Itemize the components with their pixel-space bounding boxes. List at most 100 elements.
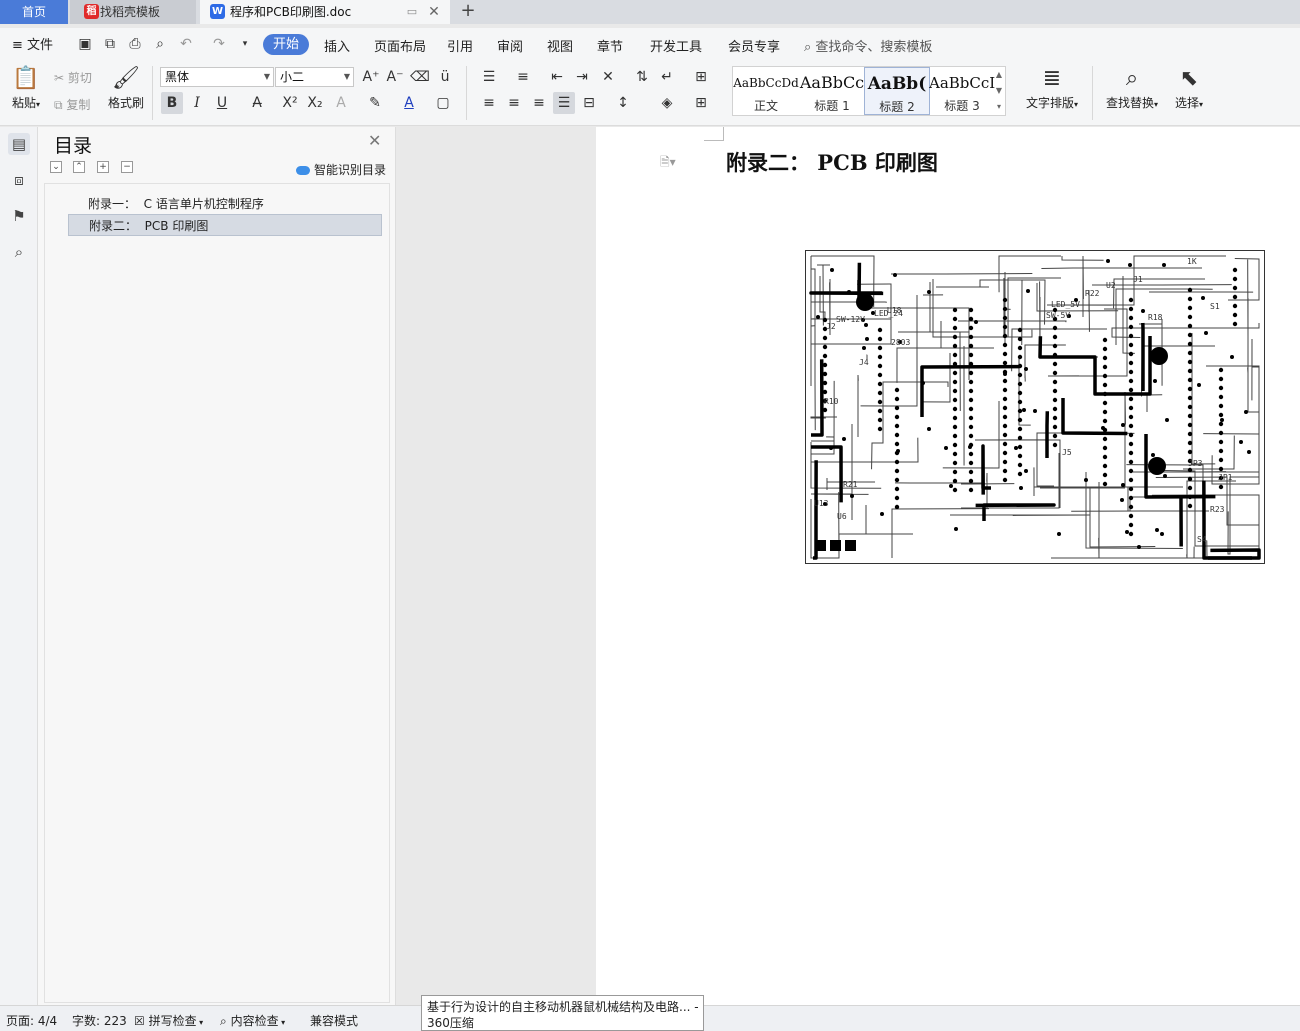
highlight-icon[interactable]: ✎: [364, 92, 386, 114]
toc-item-appendix-2[interactable]: 附录二： PCB 印刷图: [68, 214, 382, 236]
pcb-via: [968, 445, 972, 449]
style-label: 正文: [753, 99, 778, 113]
bookmark-icon[interactable]: ⚑: [8, 205, 30, 227]
find-replace-button[interactable]: ⌕ 查找替换▾: [1102, 64, 1162, 111]
pcb-pad: [877, 372, 883, 378]
pcb-pad: [1232, 321, 1238, 327]
shrink-font-icon[interactable]: A⁻: [384, 66, 406, 88]
undo-icon[interactable]: ↶: [177, 35, 195, 53]
toc-item-appendix-1[interactable]: 附录一： C 语言单片机控制程序: [68, 193, 382, 215]
paste-button[interactable]: 📋 粘贴▾: [8, 64, 44, 111]
font-color-icon[interactable]: A: [398, 92, 420, 114]
pcb-label: S4: [1197, 535, 1207, 544]
style-heading-3[interactable]: AaBbCcI 标题 3: [929, 67, 995, 115]
expand-all-icon[interactable]: ⌃: [73, 161, 85, 173]
command-search-label: 查找命令、搜索模板: [815, 40, 933, 55]
font-size-select[interactable]: 小二 ▼: [275, 67, 354, 87]
print-icon[interactable]: ⎙: [126, 35, 144, 53]
clear-format-icon[interactable]: ⌫: [409, 66, 431, 88]
borders-icon[interactable]: ⊞: [690, 92, 712, 114]
sort-icon[interactable]: ⇅: [631, 66, 653, 88]
shading-icon[interactable]: ◈: [656, 92, 678, 114]
menu-page-layout[interactable]: 页面布局: [374, 36, 426, 55]
grow-font-icon[interactable]: A⁺: [360, 66, 382, 88]
text-layout-button[interactable]: ≣ 文字排版▾: [1022, 64, 1082, 111]
export-icon[interactable]: ⧉: [101, 35, 119, 53]
menu-insert[interactable]: 插入: [324, 36, 350, 55]
command-search[interactable]: ⌕ 查找命令、搜索模板: [804, 36, 932, 55]
collapse-all-icon[interactable]: ⌄: [50, 161, 62, 173]
close-icon[interactable]: ✕: [368, 131, 381, 150]
copy-button[interactable]: ⧉ 复制: [54, 96, 90, 113]
chapter-nav-icon[interactable]: ⧈: [8, 169, 30, 191]
save-icon[interactable]: ▣: [76, 35, 94, 53]
toc-panel-icon[interactable]: ▤: [8, 133, 30, 155]
file-menu[interactable]: ≡ 文件: [12, 34, 53, 53]
chinese-layout-icon[interactable]: ✕: [597, 66, 619, 88]
spell-check-button[interactable]: ☒ 拼写检查 ▾: [134, 1012, 203, 1029]
monitor-icon[interactable]: ▭: [404, 0, 420, 24]
superscript-icon[interactable]: X²: [279, 92, 301, 114]
gallery-scroll[interactable]: ▲ ▼ ▾: [993, 67, 1005, 115]
menu-member[interactable]: 会员专享: [728, 36, 780, 55]
align-right-icon[interactable]: ≡: [528, 92, 550, 114]
find-replace-label: 查找替换: [1105, 96, 1154, 110]
pcb-pad: [1218, 412, 1224, 418]
word-count[interactable]: 字数: 223: [72, 1012, 127, 1029]
align-left-icon[interactable]: ≡: [478, 92, 500, 114]
toc-item-text: PCB 印刷图: [144, 219, 209, 233]
show-marks-icon[interactable]: ↵: [656, 66, 678, 88]
search-icon[interactable]: ⌕: [8, 241, 30, 263]
format-painter-button[interactable]: 🖌 格式刷: [106, 64, 146, 111]
font-name-select[interactable]: 黑体 ▼: [160, 67, 274, 87]
document-page[interactable]: 🗎▾ 附录二： PCB 印刷图 J5 J4 U2 U6 S1 SW-5V SW-12V LED…: [596, 127, 1300, 1005]
remove-heading-icon[interactable]: −: [121, 161, 133, 173]
print-preview-icon[interactable]: ⌕: [151, 35, 169, 53]
select-button[interactable]: ⬉ 选择▾: [1170, 64, 1208, 111]
line-spacing-icon[interactable]: ↕: [612, 92, 634, 114]
ruler-icon[interactable]: ⊞: [690, 66, 712, 88]
numbered-list-icon[interactable]: ≡: [512, 66, 534, 88]
style-heading-2[interactable]: AaBb( 标题 2: [864, 67, 930, 115]
close-tab-icon[interactable]: ✕: [426, 0, 442, 24]
subscript-icon[interactable]: X₂: [304, 92, 326, 114]
decrease-indent-icon[interactable]: ⇤: [546, 66, 568, 88]
add-heading-icon[interactable]: +: [97, 161, 109, 173]
customize-toolbar-icon[interactable]: ▾: [236, 35, 254, 53]
toc-list: 附录一： C 语言单片机控制程序 附录二： PCB 印刷图: [44, 183, 390, 1003]
paragraph-handle-icon[interactable]: 🗎▾: [660, 153, 676, 174]
pcb-via: [1026, 289, 1030, 293]
menu-section[interactable]: 章节: [597, 36, 623, 55]
style-normal[interactable]: AaBbCcDd 正文: [733, 67, 799, 115]
smart-toc-button[interactable]: 智能识别目录: [296, 161, 386, 178]
bullet-list-icon[interactable]: ☰: [478, 66, 500, 88]
pcb-label: R23: [1210, 505, 1225, 514]
pcb-pad: [1128, 513, 1134, 519]
cut-button[interactable]: ✂ 剪切: [54, 69, 92, 86]
pcb-via: [1204, 331, 1208, 335]
pcb-pad: [1232, 303, 1238, 309]
pcb-label: S1: [1210, 302, 1220, 311]
redo-icon[interactable]: ↷: [210, 35, 228, 53]
distribute-icon[interactable]: ⊟: [578, 92, 600, 114]
justify-icon[interactable]: ☰: [553, 92, 575, 114]
align-center-icon[interactable]: ≡: [503, 92, 525, 114]
text-effect-icon[interactable]: A: [330, 92, 352, 114]
increase-indent-icon[interactable]: ⇥: [571, 66, 593, 88]
bold-icon[interactable]: B: [161, 92, 183, 114]
underline-icon[interactable]: U: [211, 92, 233, 114]
italic-icon[interactable]: I: [186, 92, 208, 114]
strikethrough-icon[interactable]: A̶: [246, 92, 268, 114]
char-border-icon[interactable]: ▢: [432, 92, 454, 114]
pcb-via: [830, 268, 834, 272]
new-tab-icon[interactable]: +: [458, 0, 478, 24]
menu-view[interactable]: 视图: [547, 36, 573, 55]
tab-home[interactable]: 首页: [0, 0, 68, 24]
menu-review[interactable]: 审阅: [497, 36, 523, 55]
content-check-button[interactable]: ⌕ 内容检查 ▾: [220, 1012, 285, 1029]
menu-start[interactable]: 开始: [263, 34, 309, 55]
menu-references[interactable]: 引用: [447, 36, 473, 55]
pinyin-icon[interactable]: ü: [434, 66, 456, 88]
menu-developer[interactable]: 开发工具: [650, 36, 702, 55]
style-heading-1[interactable]: AaBbCc 标题 1: [799, 67, 865, 115]
